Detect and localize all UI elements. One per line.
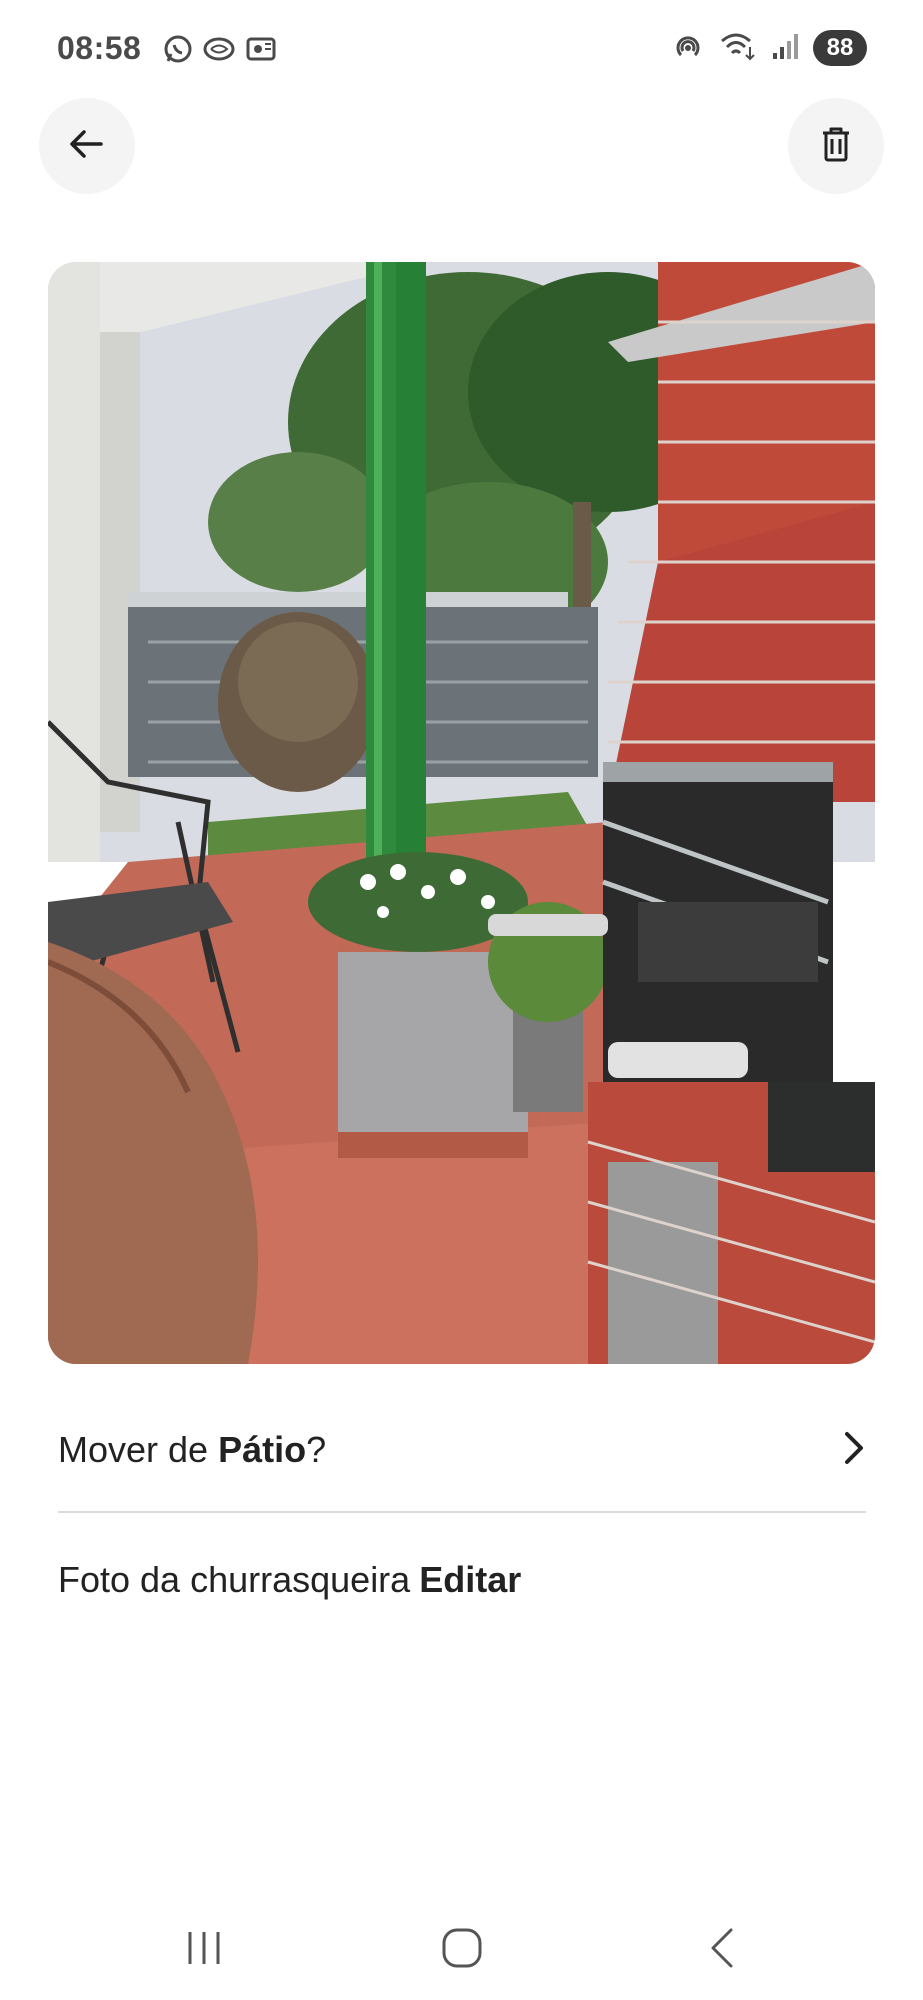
signal-icon <box>771 31 799 66</box>
move-suffix: ? <box>306 1429 327 1470</box>
photo-caption: Foto da churrasqueira <box>58 1559 411 1600</box>
caption-row: Foto da churrasqueira Editar <box>58 1540 521 1620</box>
system-nav-bar <box>0 1900 923 2000</box>
wifi-icon <box>719 31 757 66</box>
move-prefix: Mover de <box>58 1429 219 1470</box>
nav-back-button[interactable] <box>687 1922 757 1978</box>
message-icon <box>203 34 235 64</box>
recent-apps-icon <box>184 1928 224 1973</box>
patio-barbecue-image <box>48 262 875 1364</box>
edit-caption-link[interactable]: Editar <box>419 1559 521 1601</box>
move-room-row[interactable]: Mover de Pátio? <box>58 1410 866 1490</box>
notification-icons <box>163 34 277 64</box>
status-time: 08:58 <box>57 30 142 66</box>
system-status: 88 <box>671 30 867 66</box>
chevron-right-icon <box>842 1430 866 1471</box>
home-button[interactable] <box>427 1922 497 1978</box>
nav-back-icon <box>707 1926 737 1975</box>
recent-apps-button[interactable] <box>169 1922 239 1978</box>
delete-button[interactable] <box>788 98 884 194</box>
room-name: Pátio <box>218 1429 307 1470</box>
move-room-text: Mover de Pátio? <box>58 1429 326 1471</box>
photo-notification-icon <box>245 34 277 64</box>
whatsapp-icon <box>163 34 193 64</box>
divider <box>58 1511 866 1513</box>
back-button[interactable] <box>39 98 135 194</box>
trash-icon <box>816 124 856 169</box>
battery-indicator: 88 <box>813 30 867 66</box>
hotspot-icon <box>671 31 705 66</box>
arrow-left-icon <box>67 124 107 169</box>
home-icon <box>440 1926 484 1975</box>
listing-photo[interactable] <box>48 262 875 1364</box>
status-bar: 08:58 88 <box>0 0 923 100</box>
